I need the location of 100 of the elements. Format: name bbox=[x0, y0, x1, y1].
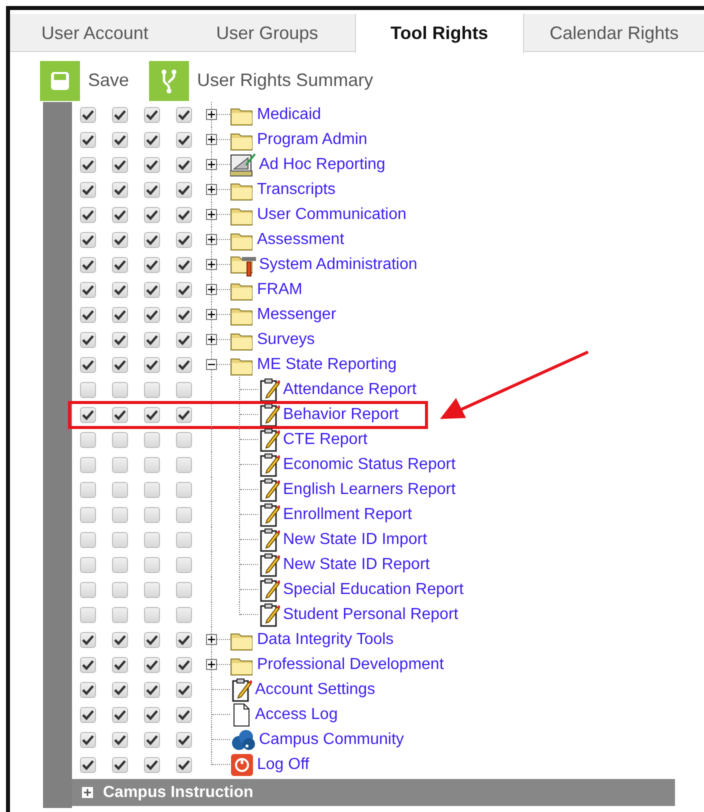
permission-checkbox[interactable] bbox=[176, 656, 192, 672]
permission-checkbox[interactable] bbox=[144, 256, 160, 272]
permission-checkbox[interactable] bbox=[176, 256, 192, 272]
permission-checkbox[interactable] bbox=[176, 756, 192, 772]
permission-checkbox[interactable] bbox=[112, 382, 128, 398]
permission-checkbox[interactable] bbox=[144, 156, 160, 172]
permission-checkbox[interactable] bbox=[80, 506, 96, 522]
permission-checkbox[interactable] bbox=[80, 332, 96, 348]
permission-checkbox[interactable] bbox=[80, 306, 96, 322]
expand-toggle[interactable] bbox=[206, 634, 217, 645]
tree-link[interactable]: Medicaid bbox=[257, 102, 322, 126]
permission-checkbox[interactable] bbox=[144, 482, 160, 498]
permission-checkbox[interactable] bbox=[176, 456, 192, 472]
tree-link[interactable]: Attendance Report bbox=[283, 378, 416, 402]
permission-checkbox[interactable] bbox=[112, 156, 128, 172]
permission-checkbox[interactable] bbox=[176, 356, 192, 372]
permission-checkbox[interactable] bbox=[80, 706, 96, 722]
permission-checkbox[interactable] bbox=[112, 632, 128, 648]
permission-checkbox[interactable] bbox=[144, 432, 160, 448]
tab[interactable]: User Groups bbox=[180, 14, 354, 52]
permission-checkbox[interactable] bbox=[144, 506, 160, 522]
permission-checkbox[interactable] bbox=[80, 682, 96, 698]
permission-checkbox[interactable] bbox=[112, 706, 128, 722]
section-header[interactable]: Campus Instruction bbox=[72, 779, 675, 806]
permission-checkbox[interactable] bbox=[144, 532, 160, 548]
tree-link[interactable]: Professional Development bbox=[257, 652, 444, 676]
permission-checkbox[interactable] bbox=[176, 132, 192, 148]
tree-link[interactable]: Enrollment Report bbox=[283, 502, 412, 526]
permission-checkbox[interactable] bbox=[112, 756, 128, 772]
permission-checkbox[interactable] bbox=[144, 106, 160, 122]
permission-checkbox[interactable] bbox=[144, 382, 160, 398]
permission-checkbox[interactable] bbox=[80, 206, 96, 222]
permission-checkbox[interactable] bbox=[80, 182, 96, 198]
permission-checkbox[interactable] bbox=[112, 682, 128, 698]
permission-checkbox[interactable] bbox=[112, 532, 128, 548]
summary-button[interactable]: User Rights Summary bbox=[149, 59, 374, 102]
permission-checkbox[interactable] bbox=[112, 456, 128, 472]
permission-checkbox[interactable] bbox=[80, 732, 96, 748]
permission-checkbox[interactable] bbox=[144, 706, 160, 722]
permission-checkbox[interactable] bbox=[144, 306, 160, 322]
expand-toggle[interactable] bbox=[206, 159, 217, 170]
expand-toggle[interactable] bbox=[206, 134, 217, 145]
permission-checkbox[interactable] bbox=[80, 582, 96, 598]
permission-checkbox[interactable] bbox=[80, 632, 96, 648]
permission-checkbox[interactable] bbox=[80, 406, 96, 422]
permission-checkbox[interactable] bbox=[80, 606, 96, 622]
expand-toggle[interactable] bbox=[206, 184, 217, 195]
permission-checkbox[interactable] bbox=[80, 282, 96, 298]
permission-checkbox[interactable] bbox=[80, 532, 96, 548]
permission-checkbox[interactable] bbox=[144, 732, 160, 748]
permission-checkbox[interactable] bbox=[144, 582, 160, 598]
permission-checkbox[interactable] bbox=[144, 656, 160, 672]
permission-checkbox[interactable] bbox=[144, 182, 160, 198]
permission-checkbox[interactable] bbox=[80, 756, 96, 772]
permission-checkbox[interactable] bbox=[112, 332, 128, 348]
expand-toggle[interactable] bbox=[206, 659, 217, 670]
permission-checkbox[interactable] bbox=[176, 406, 192, 422]
permission-checkbox[interactable] bbox=[112, 106, 128, 122]
permission-checkbox[interactable] bbox=[144, 356, 160, 372]
permission-checkbox[interactable] bbox=[176, 606, 192, 622]
tree-link[interactable]: English Learners Report bbox=[283, 478, 456, 502]
permission-checkbox[interactable] bbox=[176, 432, 192, 448]
collapse-toggle[interactable] bbox=[206, 359, 217, 370]
tab[interactable]: Tool Rights bbox=[354, 14, 524, 53]
tree-link[interactable]: Program Admin bbox=[257, 128, 368, 152]
permission-checkbox[interactable] bbox=[176, 632, 192, 648]
permission-checkbox[interactable] bbox=[176, 732, 192, 748]
permission-checkbox[interactable] bbox=[80, 256, 96, 272]
permission-checkbox[interactable] bbox=[144, 682, 160, 698]
permission-checkbox[interactable] bbox=[176, 532, 192, 548]
permission-checkbox[interactable] bbox=[112, 406, 128, 422]
permission-checkbox[interactable] bbox=[112, 206, 128, 222]
permission-checkbox[interactable] bbox=[80, 456, 96, 472]
permission-checkbox[interactable] bbox=[112, 482, 128, 498]
tree-link[interactable]: Student Personal Report bbox=[283, 602, 458, 626]
tree-link[interactable]: Economic Status Report bbox=[283, 452, 456, 476]
permission-checkbox[interactable] bbox=[112, 556, 128, 572]
permission-checkbox[interactable] bbox=[144, 606, 160, 622]
permission-checkbox[interactable] bbox=[176, 706, 192, 722]
tree-link[interactable]: Special Education Report bbox=[283, 578, 464, 602]
permission-checkbox[interactable] bbox=[112, 506, 128, 522]
permission-checkbox[interactable] bbox=[80, 356, 96, 372]
tree-link[interactable]: Surveys bbox=[257, 328, 315, 352]
permission-checkbox[interactable] bbox=[112, 656, 128, 672]
expand-toggle[interactable] bbox=[82, 787, 93, 798]
permission-checkbox[interactable] bbox=[176, 382, 192, 398]
permission-checkbox[interactable] bbox=[176, 482, 192, 498]
permission-checkbox[interactable] bbox=[112, 306, 128, 322]
permission-checkbox[interactable] bbox=[176, 306, 192, 322]
permission-checkbox[interactable] bbox=[176, 206, 192, 222]
expand-toggle[interactable] bbox=[206, 284, 217, 295]
save-button[interactable]: Save bbox=[40, 59, 130, 102]
permission-checkbox[interactable] bbox=[176, 106, 192, 122]
expand-toggle[interactable] bbox=[206, 259, 217, 270]
permission-checkbox[interactable] bbox=[144, 282, 160, 298]
tab[interactable]: User Account bbox=[10, 14, 180, 52]
tree-link[interactable]: ME State Reporting bbox=[257, 352, 397, 376]
permission-checkbox[interactable] bbox=[144, 406, 160, 422]
permission-checkbox[interactable] bbox=[144, 556, 160, 572]
permission-checkbox[interactable] bbox=[80, 382, 96, 398]
